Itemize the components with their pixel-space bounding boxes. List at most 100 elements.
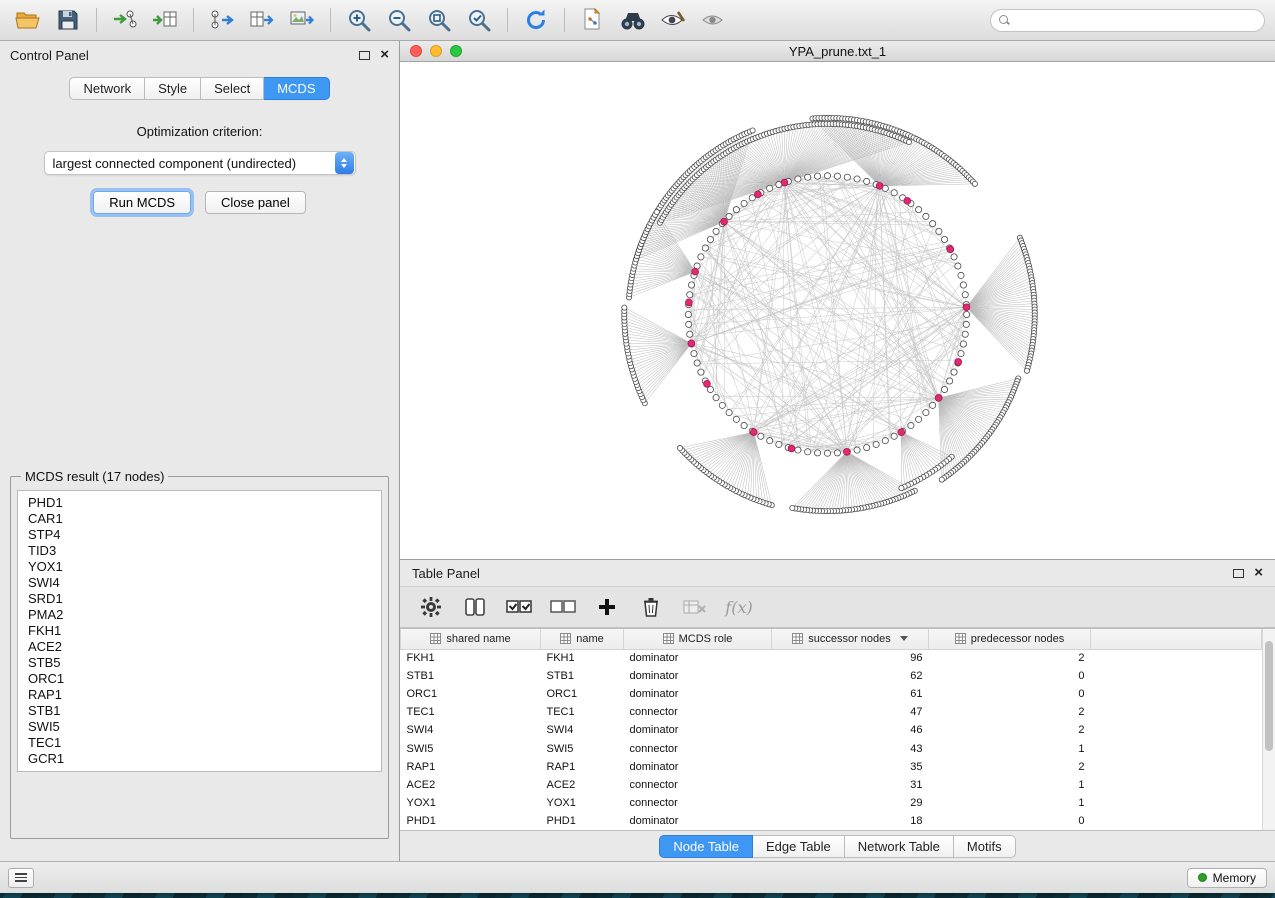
eye-icon[interactable] (695, 4, 731, 36)
column-header-mcds-role[interactable]: MCDS role (624, 629, 772, 649)
cell-name[interactable]: ORC1 (541, 685, 624, 703)
mcds-result-item[interactable]: TEC1 (18, 735, 381, 751)
import-table-icon[interactable] (147, 4, 183, 36)
cell-shared_name[interactable]: PHD1 (401, 812, 541, 830)
cell-name[interactable]: ACE2 (541, 776, 624, 794)
cell-successors[interactable]: 96 (772, 649, 929, 667)
cell-name[interactable]: YOX1 (541, 794, 624, 812)
mcds-result-item[interactable]: STB1 (18, 703, 381, 719)
search-input[interactable] (1016, 13, 1256, 27)
mcds-result-item[interactable]: SWI4 (18, 575, 381, 591)
network-canvas[interactable] (400, 62, 1275, 559)
cell-successors[interactable]: 18 (772, 812, 929, 830)
network-window-titlebar[interactable]: YPA_prune.txt_1 (400, 41, 1275, 62)
cell-shared_name[interactable]: RAP1 (401, 758, 541, 776)
tab-style[interactable]: Style (145, 77, 201, 100)
table-row[interactable]: YOX1YOX1connector291 (401, 794, 1262, 812)
cell-successors[interactable]: 46 (772, 721, 929, 739)
tab-select[interactable]: Select (201, 77, 264, 100)
mcds-result-list[interactable]: PHD1CAR1STP4TID3YOX1SWI4SRD1PMA2FKH1ACE2… (17, 490, 382, 772)
cell-shared_name[interactable]: TEC1 (401, 703, 541, 721)
cell-shared_name[interactable]: ORC1 (401, 685, 541, 703)
cell-role[interactable]: dominator (624, 721, 772, 739)
cell-predecessors[interactable]: 2 (929, 721, 1091, 739)
table-tab-motifs[interactable]: Motifs (954, 835, 1016, 858)
table-row[interactable]: ACE2ACE2connector311 (401, 776, 1262, 794)
cell-role[interactable]: dominator (624, 649, 772, 667)
mcds-result-item[interactable]: TID3 (18, 543, 381, 559)
zoom-out-icon[interactable] (381, 4, 417, 36)
table-tab-network-table[interactable]: Network Table (845, 835, 954, 858)
delete-table-icon[interactable] (680, 592, 710, 622)
import-network-icon[interactable] (107, 4, 143, 36)
mcds-result-item[interactable]: SRD1 (18, 591, 381, 607)
cell-shared_name[interactable]: YOX1 (401, 794, 541, 812)
table-scrollbar[interactable] (1262, 629, 1275, 830)
cell-predecessors[interactable]: 2 (929, 703, 1091, 721)
edit-visibility-icon[interactable] (655, 4, 691, 36)
global-search-field[interactable] (990, 9, 1265, 32)
table-row[interactable]: ORC1ORC1dominator610 (401, 685, 1262, 703)
table-row[interactable]: RAP1RAP1dominator352 (401, 758, 1262, 776)
cell-role[interactable]: connector (624, 794, 772, 812)
cell-name[interactable]: FKH1 (541, 649, 624, 667)
mcds-result-item[interactable]: SWI5 (18, 719, 381, 735)
float-panel-icon[interactable] (359, 51, 370, 60)
cell-successors[interactable]: 31 (772, 776, 929, 794)
table-row[interactable]: SWI5SWI5connector431 (401, 739, 1262, 757)
cell-predecessors[interactable]: 0 (929, 812, 1091, 830)
zoom-fit-icon[interactable] (421, 4, 457, 36)
table-row[interactable]: PHD1PHD1dominator180 (401, 812, 1262, 830)
export-table-icon[interactable] (244, 4, 280, 36)
cell-shared_name[interactable]: STB1 (401, 667, 541, 685)
export-network-icon[interactable] (204, 4, 240, 36)
export-image-icon[interactable] (284, 4, 320, 36)
float-table-panel-icon[interactable] (1233, 569, 1244, 578)
cell-shared_name[interactable]: SWI5 (401, 739, 541, 757)
cell-predecessors[interactable]: 2 (929, 649, 1091, 667)
table-tab-node-table[interactable]: Node Table (659, 835, 753, 858)
table-tab-edge-table[interactable]: Edge Table (753, 835, 845, 858)
cell-role[interactable]: dominator (624, 685, 772, 703)
zoom-selected-icon[interactable] (461, 4, 497, 36)
binoculars-icon[interactable] (615, 4, 651, 36)
close-panel-icon[interactable]: × (380, 50, 389, 60)
cell-shared_name[interactable]: SWI4 (401, 721, 541, 739)
cell-role[interactable]: connector (624, 739, 772, 757)
cell-predecessors[interactable]: 1 (929, 776, 1091, 794)
cell-shared_name[interactable]: FKH1 (401, 649, 541, 667)
tab-network[interactable]: Network (69, 77, 145, 100)
close-table-panel-icon[interactable]: × (1254, 568, 1263, 578)
cell-predecessors[interactable]: 0 (929, 685, 1091, 703)
cell-successors[interactable]: 62 (772, 667, 929, 685)
cell-name[interactable]: RAP1 (541, 758, 624, 776)
cell-name[interactable]: TEC1 (541, 703, 624, 721)
mcds-result-item[interactable]: STB5 (18, 655, 381, 671)
cell-role[interactable]: connector (624, 776, 772, 794)
delete-column-icon[interactable] (636, 592, 666, 622)
cell-role[interactable]: dominator (624, 667, 772, 685)
mcds-result-item[interactable]: RAP1 (18, 687, 381, 703)
table-settings-gear-icon[interactable] (416, 592, 446, 622)
function-builder-icon[interactable]: f(x) (724, 592, 754, 622)
select-all-icon[interactable] (504, 592, 534, 622)
cell-successors[interactable]: 29 (772, 794, 929, 812)
open-folder-icon[interactable] (10, 4, 46, 36)
copy-share-icon[interactable] (575, 4, 611, 36)
tab-mcds[interactable]: MCDS (264, 77, 329, 100)
close-panel-button[interactable]: Close panel (205, 191, 306, 214)
cell-role[interactable]: dominator (624, 758, 772, 776)
column-header-name[interactable]: name (541, 629, 624, 649)
mcds-result-item[interactable]: STP4 (18, 527, 381, 543)
mcds-result-item[interactable]: FKH1 (18, 623, 381, 639)
cell-role[interactable]: dominator (624, 812, 772, 830)
zoom-in-icon[interactable] (341, 4, 377, 36)
refresh-icon[interactable] (518, 4, 554, 36)
add-column-icon[interactable] (592, 592, 622, 622)
cell-name[interactable]: STB1 (541, 667, 624, 685)
mcds-result-item[interactable]: PMA2 (18, 607, 381, 623)
column-header-shared-name[interactable]: shared name (401, 629, 541, 649)
cell-predecessors[interactable]: 0 (929, 667, 1091, 685)
table-row[interactable]: SWI4SWI4dominator462 (401, 721, 1262, 739)
show-columns-icon[interactable] (460, 592, 490, 622)
